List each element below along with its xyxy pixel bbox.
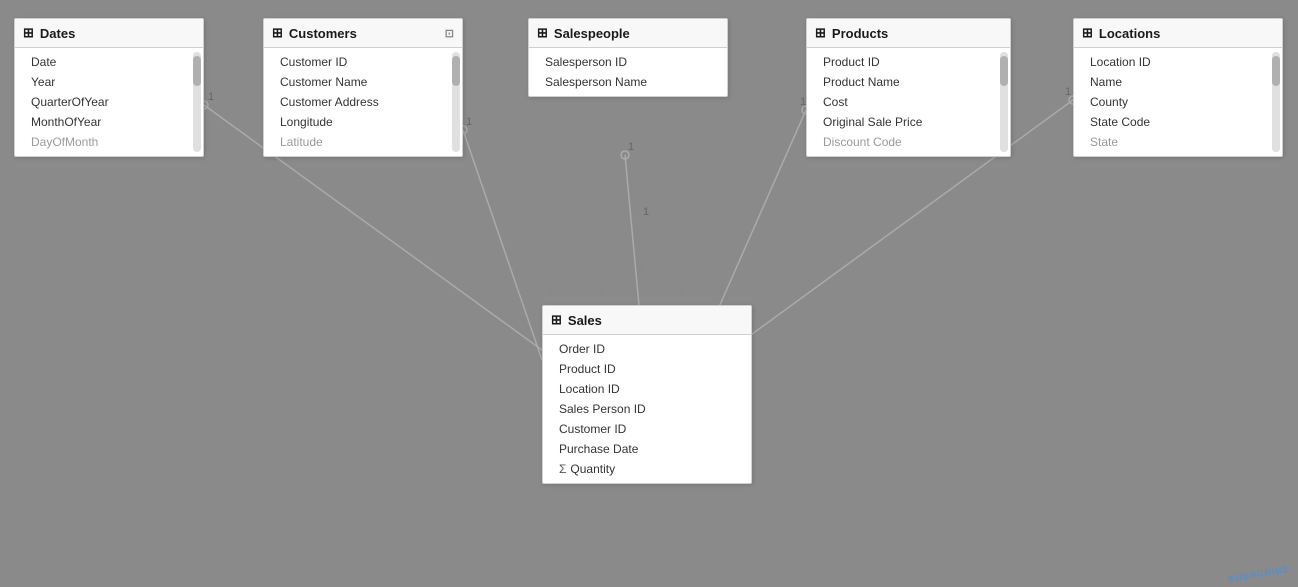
list-item: Cost bbox=[807, 92, 1010, 112]
list-item: Name bbox=[1074, 72, 1282, 92]
sales-title: Sales bbox=[568, 313, 602, 328]
list-item: State bbox=[1074, 132, 1282, 152]
sales-table-header: ⊞ Sales bbox=[543, 306, 751, 335]
scrollbar[interactable] bbox=[1272, 52, 1280, 152]
list-item: Discount Code bbox=[807, 132, 1010, 152]
list-item: Location ID bbox=[1074, 52, 1282, 72]
dates-table-header: ⊞ Dates bbox=[15, 19, 203, 48]
list-item: Date bbox=[15, 52, 203, 72]
salespeople-title: Salespeople bbox=[554, 26, 630, 41]
customers-table-body: Customer ID Customer Name Customer Addre… bbox=[264, 48, 462, 156]
list-item: Salesperson Name bbox=[529, 72, 727, 92]
expand-icon[interactable]: ⊡ bbox=[445, 27, 454, 40]
list-item: Customer ID bbox=[264, 52, 462, 72]
locations-table-body: Location ID Name County State Code State bbox=[1074, 48, 1282, 156]
svg-text:*: * bbox=[598, 287, 604, 303]
salespeople-table-header: ⊞ Salespeople bbox=[529, 19, 727, 48]
list-item: Order ID bbox=[543, 339, 751, 359]
svg-text:*: * bbox=[638, 262, 644, 278]
table-grid-icon: ⊞ bbox=[272, 25, 283, 41]
svg-text:1: 1 bbox=[643, 206, 649, 218]
list-item: County bbox=[1074, 92, 1282, 112]
svg-text:*: * bbox=[718, 287, 724, 303]
list-item: Product ID bbox=[543, 359, 751, 379]
list-item: Product ID bbox=[807, 52, 1010, 72]
table-grid-icon: ⊞ bbox=[815, 25, 826, 41]
list-item: DayOfMonth bbox=[15, 132, 203, 152]
scrollbar-thumb bbox=[193, 56, 201, 86]
list-item: MonthOfYear bbox=[15, 112, 203, 132]
list-item: Original Sale Price bbox=[807, 112, 1010, 132]
list-item: Customer Name bbox=[264, 72, 462, 92]
svg-text:1: 1 bbox=[628, 141, 634, 153]
scrollbar-thumb bbox=[1000, 56, 1008, 86]
table-grid-icon: ⊞ bbox=[537, 25, 548, 41]
sales-table-body: Order ID Product ID Location ID Sales Pe… bbox=[543, 335, 751, 483]
watermark-label: SUBSCRIBE bbox=[1228, 564, 1291, 585]
svg-text:*: * bbox=[678, 287, 684, 303]
list-item: Longitude bbox=[264, 112, 462, 132]
scrollbar[interactable] bbox=[1000, 52, 1008, 152]
scrollbar[interactable] bbox=[452, 52, 460, 152]
products-table: ⊞ Products Product ID Product Name Cost … bbox=[806, 18, 1011, 157]
list-item: Location ID bbox=[543, 379, 751, 399]
list-item: Customer Address bbox=[264, 92, 462, 112]
dates-table-body: Date Year QuarterOfYear MonthOfYear DayO… bbox=[15, 48, 203, 156]
list-item: Product Name bbox=[807, 72, 1010, 92]
customers-table-header: ⊞ Customers ⊡ bbox=[264, 19, 462, 48]
dates-table: ⊞ Dates Date Year QuarterOfYear MonthOfY… bbox=[14, 18, 204, 157]
list-item: Latitude bbox=[264, 132, 462, 152]
diagram-canvas: 1 1 1 1 1 1 * * * * * ⊞ Dates Date Year … bbox=[0, 0, 1298, 587]
list-item: Salesperson ID bbox=[529, 52, 727, 72]
scrollbar-thumb bbox=[1272, 56, 1280, 86]
customers-title: Customers bbox=[289, 26, 357, 41]
list-item: Customer ID bbox=[543, 419, 751, 439]
list-item: State Code bbox=[1074, 112, 1282, 132]
svg-text:1: 1 bbox=[208, 91, 214, 103]
salespeople-table: ⊞ Salespeople Salesperson ID Salesperson… bbox=[528, 18, 728, 97]
list-item: Σ Quantity bbox=[543, 459, 751, 479]
locations-title: Locations bbox=[1099, 26, 1160, 41]
list-item: Purchase Date bbox=[543, 439, 751, 459]
svg-text:1: 1 bbox=[1065, 86, 1071, 98]
svg-text:*: * bbox=[548, 287, 554, 303]
list-item: Sales Person ID bbox=[543, 399, 751, 419]
dates-title: Dates bbox=[40, 26, 75, 41]
table-grid-icon: ⊞ bbox=[1082, 25, 1093, 41]
products-table-header: ⊞ Products bbox=[807, 19, 1010, 48]
list-item: Year bbox=[15, 72, 203, 92]
sales-table: ⊞ Sales Order ID Product ID Location ID … bbox=[542, 305, 752, 484]
scrollbar[interactable] bbox=[193, 52, 201, 152]
table-grid-icon: ⊞ bbox=[23, 25, 34, 41]
list-item: QuarterOfYear bbox=[15, 92, 203, 112]
products-title: Products bbox=[832, 26, 888, 41]
table-grid-icon: ⊞ bbox=[551, 312, 562, 328]
customers-table: ⊞ Customers ⊡ Customer ID Customer Name … bbox=[263, 18, 463, 157]
products-table-body: Product ID Product Name Cost Original Sa… bbox=[807, 48, 1010, 156]
locations-table-header: ⊞ Locations bbox=[1074, 19, 1282, 48]
salespeople-table-body: Salesperson ID Salesperson Name bbox=[529, 48, 727, 96]
scrollbar-thumb bbox=[452, 56, 460, 86]
locations-table: ⊞ Locations Location ID Name County Stat… bbox=[1073, 18, 1283, 157]
sigma-icon: Σ bbox=[559, 462, 566, 476]
svg-text:1: 1 bbox=[466, 116, 472, 128]
